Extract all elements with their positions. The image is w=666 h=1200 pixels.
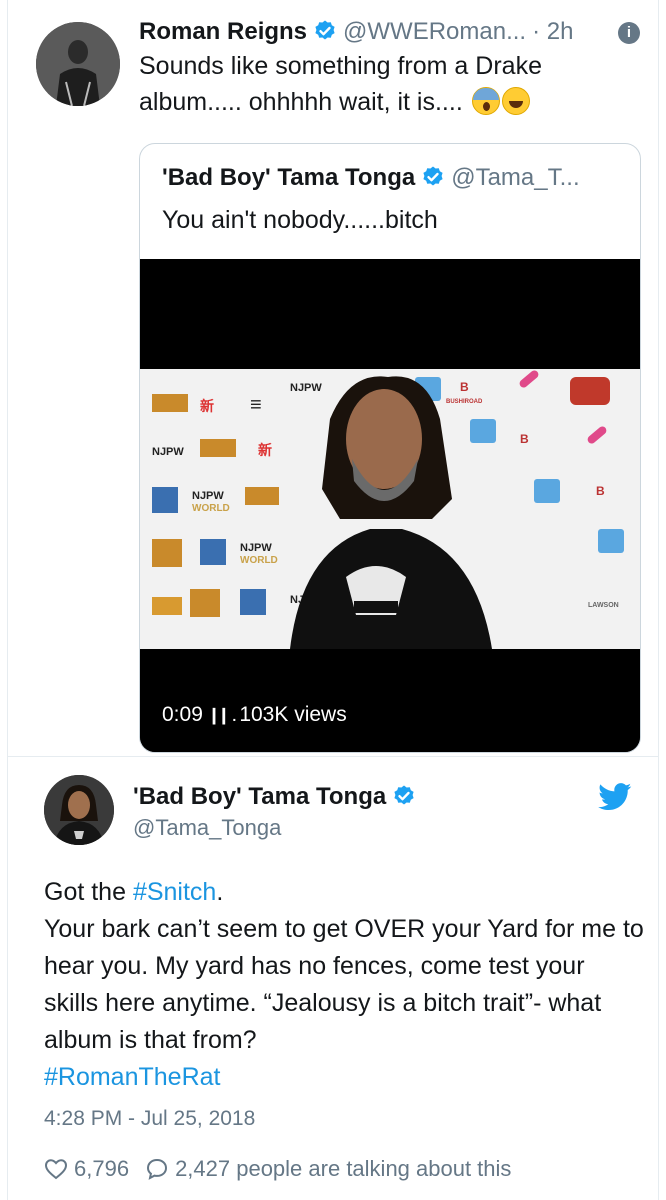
svg-text:新: 新 (258, 442, 272, 458)
top-tweet[interactable]: Roman Reigns @WWERoman... · 2h i Sounds li… (8, 0, 658, 756)
author-name[interactable]: Roman Reigns (139, 18, 307, 45)
tweet-actions: 6,796 2,427 people are talking about this (44, 1155, 511, 1183)
svg-text:≡: ≡ (250, 394, 262, 416)
bottom-tweet[interactable]: 'Bad Boy' Tama Tonga @Tama_Tonga Got the… (8, 757, 658, 1200)
face-screaming-icon (471, 87, 500, 115)
views-bars-icon: ▎▎. (212, 708, 236, 724)
tweet-embed-frame: Roman Reigns @WWERoman... · 2h i Sounds li… (7, 0, 659, 1200)
backdrop-logo: BUSHIROAD (446, 399, 483, 405)
backdrop-logo: WORLD (192, 503, 230, 514)
author-name[interactable]: 'Bad Boy' Tama Tonga (133, 781, 422, 813)
verified-badge-icon (423, 166, 443, 186)
heart-icon[interactable] (44, 1157, 68, 1181)
video-duration: 0:09 (162, 703, 203, 726)
info-icon[interactable]: i (618, 22, 640, 44)
author-handle[interactable]: @Tama_Tonga (133, 813, 281, 843)
conversation-count[interactable]: 2,427 people are talking about this (175, 1156, 511, 1181)
svg-text:B: B (596, 484, 605, 498)
profile-photo (36, 22, 120, 106)
backdrop-logo: NJPW (290, 382, 322, 394)
profile-photo (44, 775, 114, 845)
svg-text:B: B (520, 432, 529, 446)
like-count[interactable]: 6,796 (74, 1156, 129, 1181)
tweet-time[interactable]: 2h (547, 18, 574, 45)
tweet-header: Roman Reigns @WWERoman... · 2h (139, 14, 649, 50)
tweet-text: Got the #Snitch. Your bark can’t seem to… (44, 874, 644, 1096)
quoted-tweet[interactable]: 'Bad Boy' Tama Tonga @Tama_T... You ain't… (139, 143, 641, 753)
hashtag-link[interactable]: #Snitch (133, 878, 216, 906)
separator-dot: · (532, 18, 541, 45)
video-views: 103K views (239, 703, 347, 726)
svg-text:LAWSON: LAWSON (588, 602, 619, 609)
quoted-author-handle: @Tama_T... (451, 164, 580, 191)
tweet-text-prefix: Got the (44, 878, 133, 906)
tweet-text-suffix: . (216, 878, 224, 906)
tweet-text: Sounds like something from a Drake album… (139, 48, 609, 120)
quoted-author-name: 'Bad Boy' Tama Tonga (162, 164, 416, 191)
backdrop-logo: NJPW (240, 542, 272, 554)
svg-text:新: 新 (200, 398, 214, 414)
hashtag-link[interactable]: #RomanTheRat (44, 1063, 220, 1091)
quoted-tweet-header: 'Bad Boy' Tama Tonga @Tama_T... (162, 162, 580, 194)
quoted-tweet-text: You ain't nobody......bitch (162, 206, 438, 234)
author-name-text: 'Bad Boy' Tama Tonga (133, 783, 387, 810)
svg-text:B: B (460, 380, 469, 394)
tweet-text-body: Your bark can’t seem to get OVER your Ya… (44, 915, 644, 1054)
verified-badge-icon (315, 20, 335, 40)
backdrop-logo: WORLD (240, 555, 278, 566)
verified-badge-icon (394, 785, 414, 805)
author-handle[interactable]: @WWERoman... (343, 18, 526, 45)
tweet-line-1: Got the #Snitch. (44, 874, 644, 911)
reply-bubble-icon[interactable] (145, 1157, 169, 1181)
avatar[interactable] (36, 22, 120, 106)
backdrop-logo: NJPW (192, 490, 224, 502)
video-frame: 新 ≡ NJPW B BUSHIROAD NJPW 新 B NJPW WORLD… (140, 259, 640, 752)
twitter-bird-icon[interactable] (598, 783, 632, 811)
video-player[interactable]: 新 ≡ NJPW B BUSHIROAD NJPW 新 B NJPW WORLD… (140, 259, 640, 752)
backdrop-logo: NJPW (152, 446, 184, 458)
tweet-timestamp[interactable]: 4:28 PM - Jul 25, 2018 (44, 1105, 255, 1133)
tears-of-joy-icon (501, 87, 530, 115)
video-stats: 0:09 ▎▎. 103K views (162, 701, 347, 730)
avatar[interactable] (44, 775, 114, 845)
